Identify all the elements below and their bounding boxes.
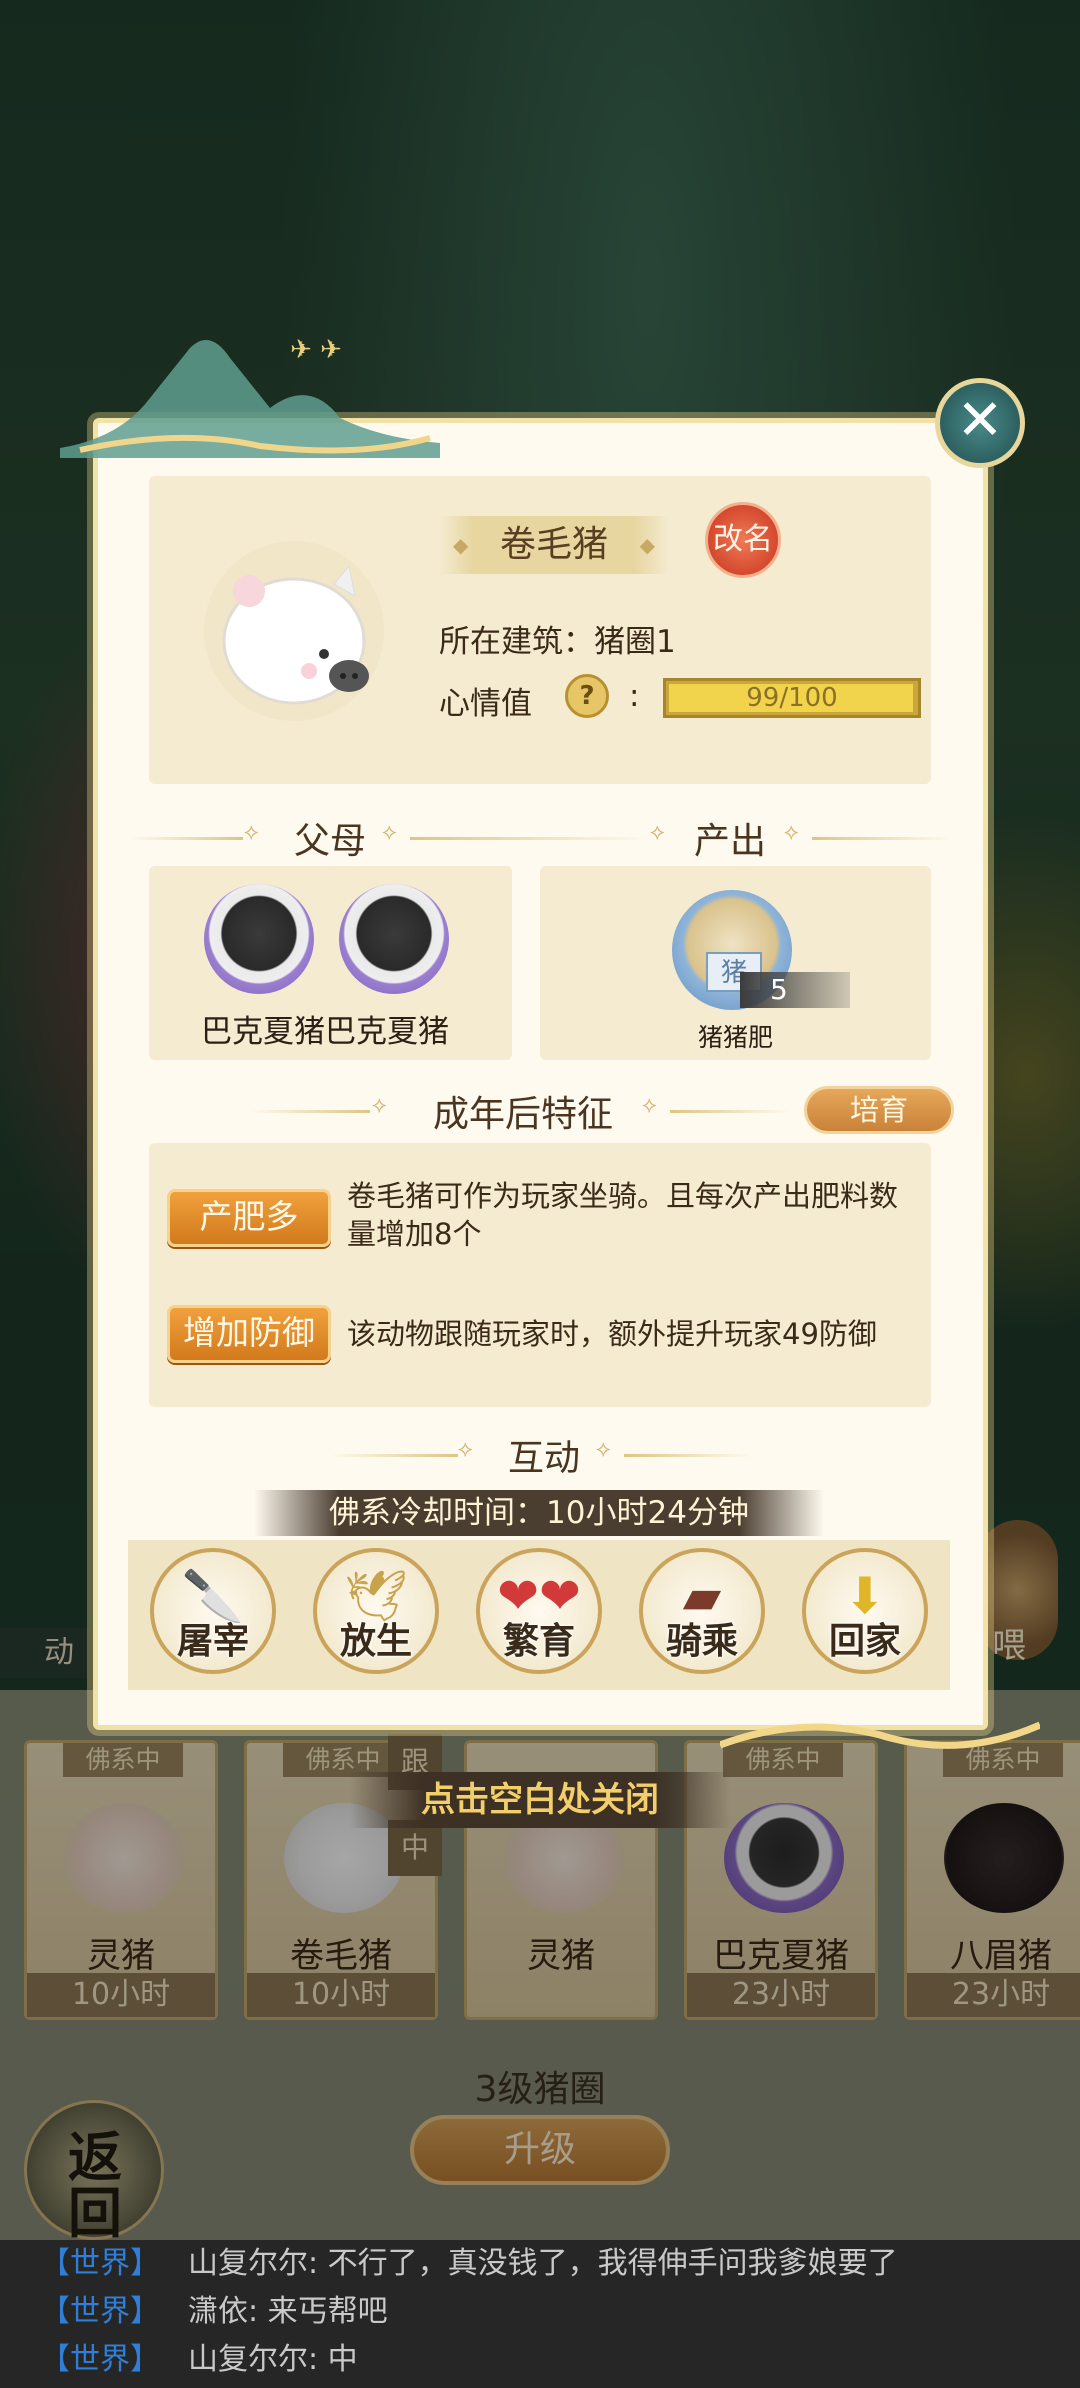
divider — [128, 837, 243, 840]
section-title-parents: 父母 — [293, 821, 366, 862]
divider — [250, 1110, 370, 1113]
action-label: 屠宰 — [176, 1620, 249, 1662]
pig-name: 卷毛猪 — [439, 516, 669, 574]
divider — [410, 837, 650, 840]
help-icon[interactable]: ? — [565, 674, 609, 718]
chat-channel[interactable]: 【世界】 — [40, 2246, 160, 2281]
parent-names: 巴克夏猪巴克夏猪 — [201, 1014, 449, 1050]
chat-message: 【世界】 山复尔尔: 中 — [40, 2336, 358, 2384]
chat-user[interactable]: 山复尔尔 — [188, 2342, 308, 2377]
action-bar: 🔪 屠宰 🕊 放生 ❤❤ 繁育 ▰ 骑乘 ⬇ 回家 — [128, 1540, 950, 1690]
ornament-icon: ⟡ — [650, 820, 665, 845]
cooldown-banner: 佛系冷却时间：10小时24分钟 — [254, 1490, 824, 1536]
output-quantity: 5 — [740, 972, 850, 1008]
cultivate-button[interactable]: 培育 — [804, 1086, 954, 1134]
mood-progress-text: 99/100 — [746, 683, 838, 713]
action-label: 繁育 — [502, 1620, 575, 1662]
mood-label: 心情值 — [439, 686, 532, 722]
chat-panel[interactable]: 【世界】 山复尔尔: 不行了，真没钱了，我得伸手问我爹娘要了 【世界】 潇依: 来丐… — [0, 2240, 1080, 2388]
pig-portrait — [204, 541, 384, 721]
section-title-output: 产出 — [693, 821, 766, 862]
chat-text: : 来丐帮吧 — [248, 2294, 388, 2329]
chat-user[interactable]: 山复尔尔 — [188, 2246, 308, 2281]
chat-message: 【世界】 潇依: 来丐帮吧 — [40, 2288, 388, 2336]
ornament-icon: ⟡ — [642, 1093, 657, 1118]
close-hint[interactable]: 点击空白处关闭 — [350, 1772, 730, 1828]
trait-description: 该动物跟随玩家时，额外提升玩家49防御 — [347, 1317, 877, 1351]
trait-tag: 产肥多 — [167, 1189, 331, 1247]
ornament-icon: ⟡ — [244, 820, 259, 845]
parents-box: 巴克夏猪巴克夏猪 — [149, 866, 512, 1060]
close-icon[interactable]: ✕ — [935, 378, 1025, 468]
output-item-name: 猪猪肥 — [698, 1023, 774, 1052]
action-label: 放生 — [339, 1620, 412, 1662]
ornament-icon: ⟡ — [458, 1437, 473, 1462]
mood-colon: : — [629, 678, 640, 714]
gold-swirl-ornament — [720, 1721, 1040, 1749]
mountain-ornament — [60, 340, 440, 458]
ornament-icon: ⟡ — [382, 820, 397, 845]
ride-button[interactable]: ▰ 骑乘 — [639, 1548, 765, 1674]
action-label: 回家 — [828, 1620, 901, 1662]
ornament-icon: ⟡ — [596, 1437, 611, 1462]
action-label: 骑乘 — [665, 1620, 738, 1662]
chat-user[interactable]: 潇依 — [188, 2294, 248, 2329]
divider — [330, 1454, 458, 1457]
chat-channel[interactable]: 【世界】 — [40, 2294, 160, 2329]
trait-description: 卷毛猪可作为玩家坐骑。且每次产出肥料数量增加8个 — [347, 1179, 899, 1251]
divider — [670, 1110, 790, 1113]
breed-button[interactable]: ❤❤ 繁育 — [476, 1548, 602, 1674]
chat-text: : 中 — [308, 2342, 358, 2377]
slaughter-button[interactable]: 🔪 屠宰 — [150, 1548, 276, 1674]
release-button[interactable]: 🕊 放生 — [313, 1548, 439, 1674]
ornament-icon: ⟡ — [372, 1093, 387, 1118]
parent-pig-avatar[interactable] — [204, 884, 314, 994]
traits-box: 产肥多 卷毛猪可作为玩家坐骑。且每次产出肥料数量增加8个 增加防御 该动物跟随玩… — [149, 1143, 931, 1407]
output-box: 猪 5 猪猪肥 — [540, 866, 931, 1060]
mood-progress-bar: 99/100 — [663, 678, 921, 718]
go-home-button[interactable]: ⬇ 回家 — [802, 1548, 928, 1674]
chat-text: : 不行了，真没钱了，我得伸手问我爹娘要了 — [308, 2246, 898, 2281]
section-title-adult-traits: 成年后特征 — [432, 1094, 613, 1135]
section-title-interaction: 互动 — [507, 1438, 580, 1479]
chat-channel[interactable]: 【世界】 — [40, 2342, 160, 2377]
divider — [812, 837, 952, 840]
ornament-icon: ⟡ — [784, 820, 799, 845]
pig-header-card: 卷毛猪 改名 所在建筑：猪圈1 心情值 ? : 99/100 — [149, 476, 931, 784]
birds-ornament: ✈ ✈ — [290, 335, 342, 365]
trait-tag: 增加防御 — [167, 1305, 331, 1363]
chat-message: 【世界】 山复尔尔: 不行了，真没钱了，我得伸手问我爹娘要了 — [40, 2240, 898, 2288]
divider — [624, 1454, 752, 1457]
building-info: 所在建筑：猪圈1 — [439, 624, 676, 660]
parent-pig-avatar[interactable] — [339, 884, 449, 994]
rename-button[interactable]: 改名 — [705, 502, 781, 578]
